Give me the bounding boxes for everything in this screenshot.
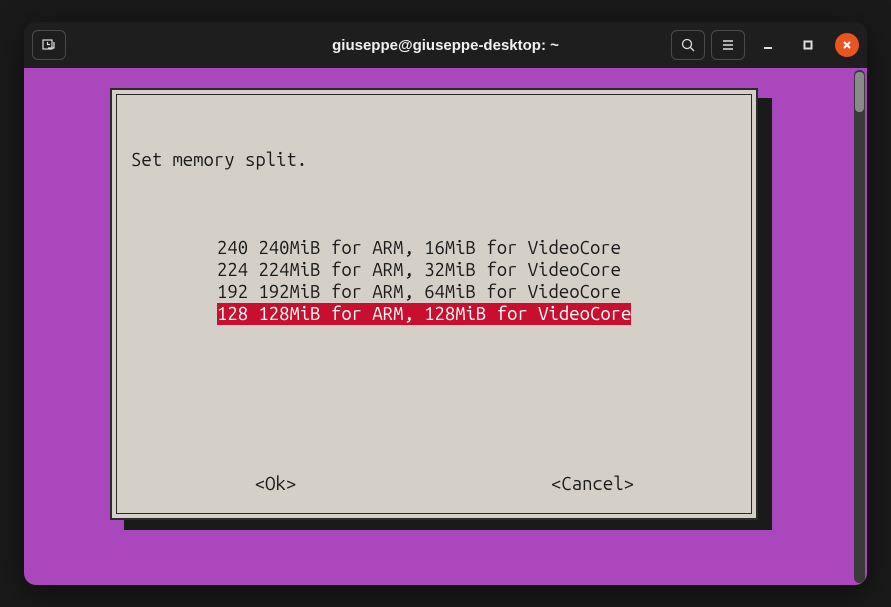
dialog-buttons: <Ok> <Cancel> [117,473,751,495]
minimize-icon [762,39,774,51]
search-icon [680,37,696,53]
new-tab-icon [41,37,57,53]
close-icon [841,39,853,51]
ok-button[interactable]: <Ok> [255,474,296,494]
option-list: 240 240MiB for ARM, 16MiB for VideoCore2… [217,237,737,325]
memory-split-dialog: Set memory split. 240 240MiB for ARM, 16… [110,88,758,520]
scrollbar-thumb[interactable] [855,72,864,112]
menu-button[interactable] [711,30,745,60]
memory-option-192[interactable]: 192 192MiB for ARM, 64MiB for VideoCore [217,281,737,303]
memory-option-224[interactable]: 224 224MiB for ARM, 32MiB for VideoCore [217,259,737,281]
terminal-body: Set memory split. 240 240MiB for ARM, 16… [24,68,867,585]
close-button[interactable] [835,33,859,57]
dialog-title: Set memory split. [131,149,737,171]
memory-option-240[interactable]: 240 240MiB for ARM, 16MiB for VideoCore [217,237,737,259]
scrollbar[interactable] [854,70,865,583]
maximize-button[interactable] [791,30,825,60]
maximize-icon [802,39,814,51]
memory-option-128[interactable]: 128 128MiB for ARM, 128MiB for VideoCore [217,303,631,325]
new-tab-button[interactable] [32,30,66,60]
search-button[interactable] [671,30,705,60]
titlebar: giuseppe@giuseppe-desktop: ~ [24,22,867,68]
hamburger-icon [720,37,736,53]
minimize-button[interactable] [751,30,785,60]
cancel-button[interactable]: <Cancel> [551,474,634,494]
terminal-window: giuseppe@giuseppe-desktop: ~ S [24,22,867,585]
